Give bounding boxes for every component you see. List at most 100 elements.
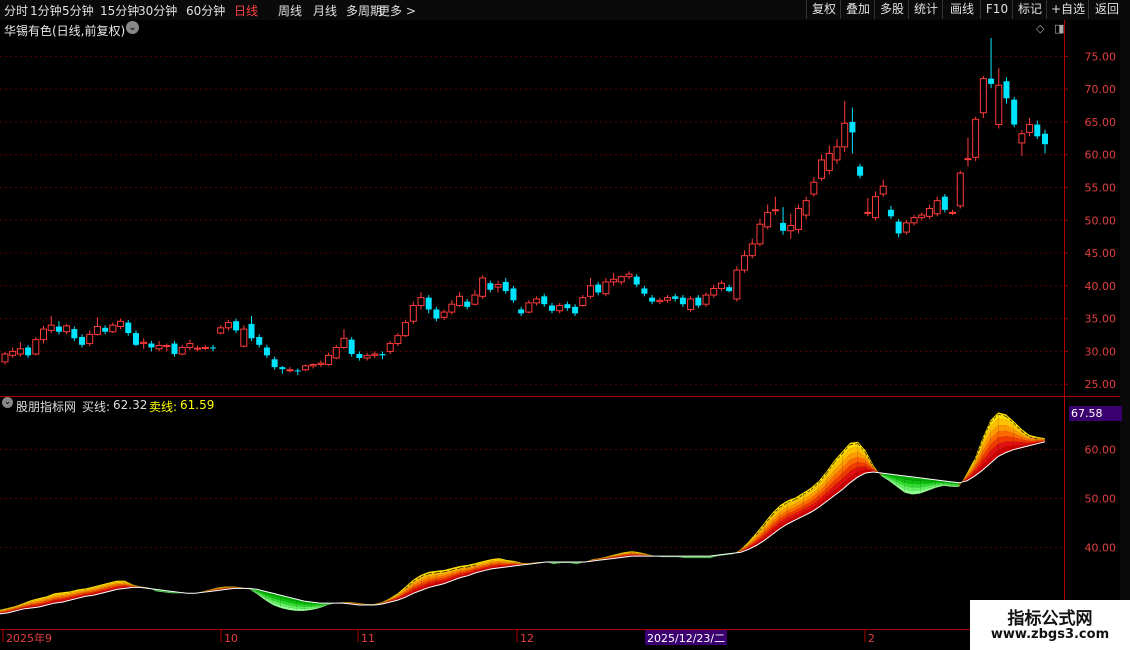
current-value-badge: 67.58	[1069, 406, 1122, 421]
indicator-band-segment	[116, 580, 125, 582]
candle-body	[301, 365, 309, 371]
candle-body	[595, 284, 602, 293]
candle-body	[679, 297, 686, 305]
period-tab-10[interactable]: 更多 >	[378, 2, 416, 19]
toolbar-button-0[interactable]: 复权	[806, 0, 841, 19]
diamond-icon[interactable]: ◇	[1036, 22, 1044, 35]
candle-body	[286, 369, 294, 372]
period-tab-5[interactable]: 60分钟	[186, 2, 225, 19]
candle-body	[849, 121, 856, 133]
candle-body	[140, 341, 148, 345]
candle-body	[79, 336, 86, 345]
right-edge-strip	[1120, 20, 1130, 650]
candle-body	[356, 354, 363, 358]
candle-body	[510, 288, 517, 301]
candle-body	[771, 209, 779, 212]
candle-body	[233, 321, 240, 331]
toolbar-button-7[interactable]: +自选	[1046, 0, 1089, 19]
period-tab-7[interactable]: 周线	[278, 2, 302, 19]
price-tick-label: 40.00	[1085, 280, 1117, 293]
candle-body	[40, 328, 48, 341]
candle-body	[340, 337, 348, 348]
window-icon[interactable]: ◨	[1054, 22, 1064, 35]
candle-body	[240, 328, 248, 347]
period-tab-4[interactable]: 30分钟	[138, 2, 177, 19]
candle-body	[910, 217, 918, 224]
candle-body	[194, 347, 202, 350]
candle-body	[872, 196, 880, 219]
price-tick-label: 65.00	[1085, 116, 1117, 129]
candle-body	[171, 343, 178, 355]
candle-body	[363, 354, 371, 359]
price-tick-label: 35.00	[1085, 313, 1117, 326]
candle-body	[617, 276, 625, 283]
candle-body	[664, 297, 672, 301]
indicator-tick-label: 50.00	[1085, 492, 1117, 505]
candle-body	[649, 297, 656, 302]
candle-body	[918, 214, 926, 219]
indicator-chevron-icon[interactable]: ⌄	[2, 397, 13, 408]
candle-body	[502, 281, 509, 292]
period-tab-2[interactable]: 5分钟	[62, 2, 94, 19]
candle-body	[895, 221, 902, 234]
price-tick-label: 55.00	[1085, 181, 1117, 194]
indicator-band-segment	[998, 418, 1007, 426]
candle-body	[93, 325, 101, 335]
candle-body	[309, 364, 317, 367]
candle-body	[972, 118, 980, 158]
price-tick-label: 30.00	[1085, 345, 1117, 358]
candle-body	[217, 327, 225, 334]
candle-body	[726, 287, 733, 292]
candle-body	[656, 299, 664, 303]
candle-body	[294, 370, 301, 372]
candle-body	[933, 200, 941, 215]
period-tab-1[interactable]: 1分钟	[30, 2, 62, 19]
candle-body	[55, 326, 62, 332]
main-grid	[0, 20, 1130, 650]
candle-body	[533, 298, 541, 304]
period-tab-0[interactable]: 分时	[4, 2, 28, 19]
chevron-down-icon[interactable]: ⌄	[126, 21, 139, 34]
date-label: 2	[868, 632, 875, 645]
candle-body	[748, 243, 756, 257]
candle-body	[348, 339, 355, 355]
candle-body	[902, 222, 910, 233]
candle-body	[271, 359, 278, 368]
toolbar-button-1[interactable]: 叠加	[840, 0, 875, 19]
toolbar-button-3[interactable]: 统计	[908, 0, 943, 19]
candle-body	[672, 296, 679, 299]
indicator-band-segment	[506, 562, 515, 564]
period-tab-8[interactable]: 月线	[313, 2, 337, 19]
candle-body	[695, 297, 702, 306]
candle-body	[317, 362, 325, 366]
candle-body	[1018, 133, 1026, 144]
candle-body	[448, 303, 456, 313]
period-tab-9[interactable]: 多周期	[346, 2, 382, 19]
candle-body	[1003, 81, 1010, 99]
date-label: 10	[224, 632, 238, 645]
candle-body	[787, 225, 795, 232]
toolbar-button-2[interactable]: 多股	[874, 0, 909, 19]
candle-body	[995, 84, 1003, 126]
candle-body	[702, 294, 710, 305]
candle-body	[556, 305, 564, 312]
price-tick-label: 25.00	[1085, 378, 1117, 391]
toolbar-button-6[interactable]: 标记	[1012, 0, 1047, 19]
candle-body	[864, 211, 872, 214]
period-tab-3[interactable]: 15分钟	[100, 2, 139, 19]
candle-body	[325, 354, 333, 366]
watermark: 指标公式网 www.zbgs3.com	[970, 600, 1130, 650]
candle-body	[1042, 133, 1048, 145]
candle-body	[47, 324, 55, 331]
toolbar-button-4[interactable]: 画线	[942, 0, 981, 19]
indicator-title: 股朋指标网	[16, 400, 77, 414]
period-tab-6[interactable]: 日线	[234, 2, 258, 19]
candle-body	[564, 304, 571, 309]
candle-body	[687, 298, 695, 310]
toolbar-button-5[interactable]: F10	[980, 0, 1013, 19]
candle-body	[479, 277, 487, 297]
chart-area[interactable]: 75.00 70.00 65.00 60.00 55.00 50.00 45.00 40.00…	[0, 20, 1130, 650]
price-tick-label: 60.00	[1085, 149, 1117, 162]
toolbar-button-8[interactable]: 返回	[1088, 0, 1125, 19]
candle-body	[525, 302, 533, 313]
